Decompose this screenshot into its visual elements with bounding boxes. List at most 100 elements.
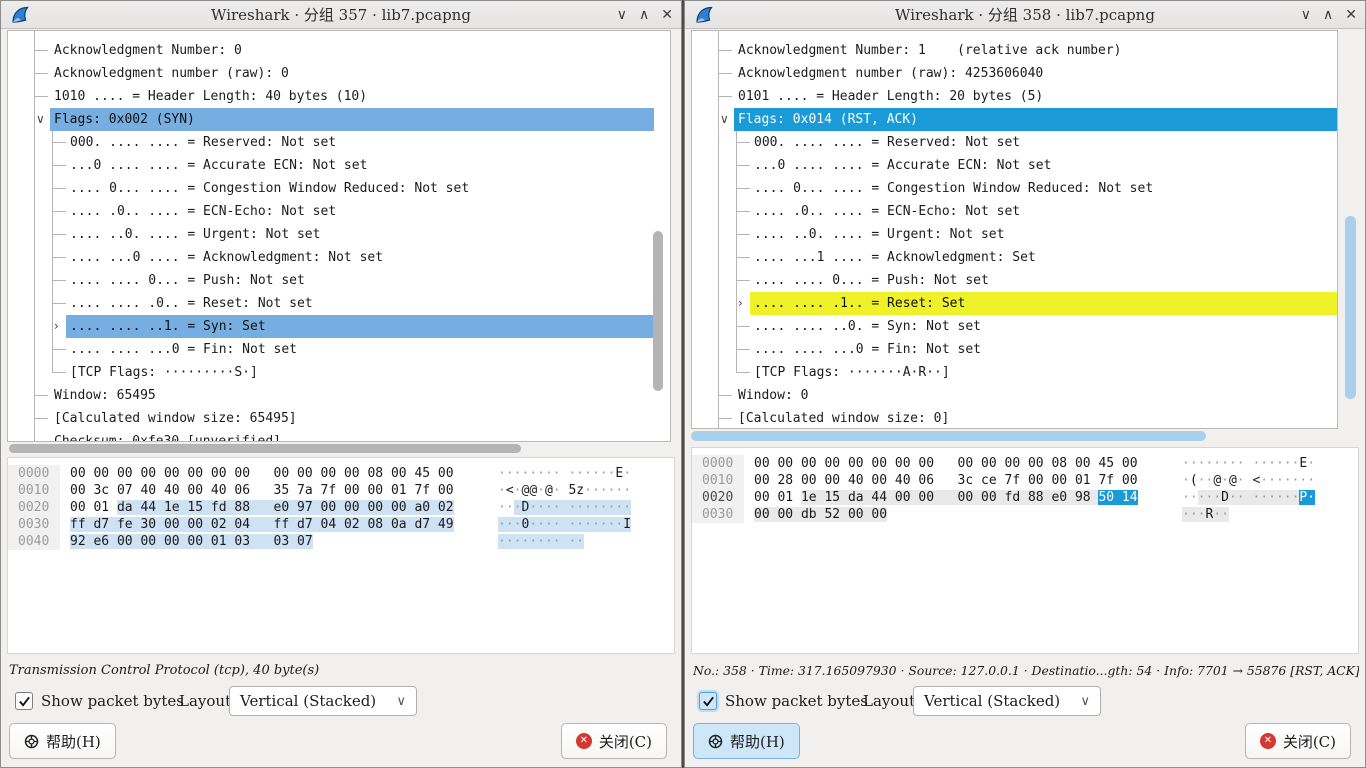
tree-row[interactable]: .... 0... .... = Congestion Window Reduc…	[8, 177, 670, 200]
packet-bytes-pane[interactable]: 000000 00 00 00 00 00 00 00 00 00 00 00 …	[691, 447, 1359, 654]
show-packet-bytes-checkbox[interactable]	[15, 692, 33, 710]
hex-row[interactable]: 000000 00 00 00 00 00 00 00 00 00 00 00 …	[692, 455, 1358, 472]
hex-row[interactable]: 001000 28 00 00 40 00 40 06 3c ce 7f 00 …	[692, 472, 1358, 489]
hex-row[interactable]: 002000 01 1e 15 da 44 00 00 00 00 fd 88 …	[692, 489, 1358, 506]
tree-row[interactable]: 000. .... .... = Reserved: Not set	[692, 131, 1337, 154]
minimize-icon[interactable]: ∨	[617, 1, 627, 29]
tree-row[interactable]: ...0 .... .... = Accurate ECN: Not set	[8, 154, 670, 177]
tree-row[interactable]: Checksum: 0xfe30 [unverified]	[8, 430, 670, 442]
tree-row[interactable]: .... .... 0... = Push: Not set	[8, 269, 670, 292]
tree-row[interactable]: .... 0... .... = Congestion Window Reduc…	[692, 177, 1337, 200]
tree-row[interactable]: Window: 65495	[8, 384, 670, 407]
checkmark-icon	[18, 695, 31, 708]
tree-row-text: .... ..0. .... = Urgent: Not set	[66, 223, 654, 246]
tree-row[interactable]: [Calculated window size: 0]	[692, 407, 1337, 429]
close-button[interactable]: ✕ 关闭(C)	[561, 723, 667, 759]
titlebar[interactable]: Wireshark · 分组 357 · lib7.pcapng ∨ ∧ ✕	[1, 1, 681, 29]
tree-row[interactable]: .... ..0. .... = Urgent: Not set	[692, 223, 1337, 246]
tree-row[interactable]: ›.... .... ..1. = Syn: Set	[8, 315, 670, 338]
tree-vertical-scrollbar[interactable]	[653, 231, 663, 391]
tree-row[interactable]: .... ...1 .... = Acknowledgment: Set	[692, 246, 1337, 269]
tree-expanded-icon[interactable]: ∨	[36, 108, 45, 131]
hex-row[interactable]: 002000 01 da 44 1e 15 fd 88 e0 97 00 00 …	[8, 499, 674, 516]
tree-row[interactable]: ∨Flags: 0x002 (SYN)	[8, 108, 670, 131]
hex-offset: 0030	[8, 516, 60, 533]
close-button[interactable]: ✕ 关闭(C)	[1245, 723, 1351, 759]
hex-row[interactable]: 000000 00 00 00 00 00 00 00 00 00 00 00 …	[8, 465, 674, 482]
hex-offset: 0000	[692, 455, 744, 472]
tree-row[interactable]: [Calculated window size: 65495]	[8, 407, 670, 430]
tree-row[interactable]: .... ..0. .... = Urgent: Not set	[8, 223, 670, 246]
tree-row[interactable]: [TCP Flags: ·········S·]	[8, 361, 670, 384]
tree-guide-dash	[52, 211, 66, 212]
tree-row[interactable]: Acknowledgment Number: 0	[8, 39, 670, 62]
tree-row[interactable]: .... .... ...0 = Fin: Not set	[692, 338, 1337, 361]
tree-row-text: .... .... .0.. = Reset: Not set	[66, 292, 654, 315]
tree-vertical-scrollbar[interactable]	[1345, 216, 1356, 399]
hex-row[interactable]: 003000 00 db 52 00 00···R··	[692, 506, 1358, 523]
tree-row-text: .... .... 0... = Push: Not set	[66, 269, 654, 292]
tree-row-text: Acknowledgment Number: 0	[50, 39, 654, 62]
close-icon[interactable]: ✕	[1345, 1, 1357, 29]
tree-row[interactable]: ∨Flags: 0x014 (RST, ACK)	[692, 108, 1337, 131]
minimize-icon[interactable]: ∨	[1301, 1, 1311, 29]
tree-guide-dash	[34, 441, 48, 442]
tree-row[interactable]: Acknowledgment Number: 1 (relative ack n…	[692, 39, 1337, 62]
tree-guide-dash	[736, 257, 750, 258]
tree-row[interactable]: 1010 .... = Header Length: 40 bytes (10)	[8, 85, 670, 108]
tree-row-text: .... ...1 .... = Acknowledgment: Set	[750, 246, 1337, 269]
packet-bytes-pane[interactable]: 000000 00 00 00 00 00 00 00 00 00 00 00 …	[7, 457, 675, 654]
tree-row-text: [Calculated window size: 65495]	[50, 407, 654, 430]
tree-guide-dash	[52, 188, 66, 189]
help-button[interactable]: 帮助(H)	[693, 723, 800, 759]
titlebar[interactable]: Wireshark · 分组 358 · lib7.pcapng ∨ ∧ ✕	[685, 1, 1365, 29]
tree-collapsed-icon[interactable]: ›	[738, 292, 743, 315]
hex-ascii: ···R··	[1182, 506, 1229, 523]
hex-row[interactable]: 0030ff d7 fe 30 00 00 02 04 ff d7 04 02 …	[8, 516, 674, 533]
hex-ascii: ········ ······E·	[1182, 455, 1315, 472]
hex-bytes: 00 01 da 44 1e 15 fd 88 e0 97 00 00 00 0…	[70, 499, 468, 516]
tree-row[interactable]: .... .... .0.. = Reset: Not set	[8, 292, 670, 315]
maximize-icon[interactable]: ∧	[639, 1, 649, 29]
tree-row[interactable]: .... .0.. .... = ECN-Echo: Not set	[8, 200, 670, 223]
tree-horizontal-scrollbar[interactable]	[691, 431, 1206, 441]
hex-bytes: 00 01 1e 15 da 44 00 00 00 00 fd 88 e0 9…	[754, 489, 1152, 506]
tree-row-text: .... ...0 .... = Acknowledgment: Not set	[66, 246, 654, 269]
layout-dropdown[interactable]: Vertical (Stacked) ∨	[229, 686, 417, 716]
tree-row[interactable]: 0101 .... = Header Length: 20 bytes (5)	[692, 85, 1337, 108]
tree-row[interactable]: Acknowledgment number (raw): 4253606040	[692, 62, 1337, 85]
hex-bytes: 00 00 00 00 00 00 00 00 00 00 00 00 08 0…	[70, 465, 468, 482]
tree-row-text: Window: 0	[734, 384, 1337, 407]
tree-row[interactable]: .... ...0 .... = Acknowledgment: Not set	[8, 246, 670, 269]
tree-row[interactable]: .... .... 0... = Push: Not set	[692, 269, 1337, 292]
tree-row[interactable]: [TCP Flags: ·······A·R··]	[692, 361, 1337, 384]
tree-horizontal-scrollbar[interactable]	[9, 444, 521, 453]
tree-row[interactable]: Window: 0	[692, 384, 1337, 407]
tree-guide-dash	[52, 234, 66, 235]
tree-guide-dash	[736, 234, 750, 235]
packet-detail-tree[interactable]: Acknowledgment Number: 0Acknowledgment n…	[7, 30, 671, 442]
tree-row[interactable]: .... .... ..0. = Syn: Not set	[692, 315, 1337, 338]
tree-row[interactable]: ›.... .... .1.. = Reset: Set	[692, 292, 1337, 315]
show-packet-bytes-checkbox[interactable]	[699, 692, 717, 710]
hex-ascii: ·····D·· ······P·	[1182, 489, 1315, 506]
tree-row[interactable]: .... .0.. .... = ECN-Echo: Not set	[692, 200, 1337, 223]
tree-guide-dash	[736, 349, 750, 350]
close-icon[interactable]: ✕	[661, 1, 673, 29]
help-button[interactable]: 帮助(H)	[9, 723, 116, 759]
help-lifebuoy-icon	[708, 734, 723, 749]
layout-dropdown[interactable]: Vertical (Stacked) ∨	[913, 686, 1101, 716]
maximize-icon[interactable]: ∧	[1323, 1, 1333, 29]
tree-row[interactable]: ...0 .... .... = Accurate ECN: Not set	[692, 154, 1337, 177]
hex-row[interactable]: 004092 e6 00 00 00 00 01 03 03 07·······…	[8, 533, 674, 550]
tree-row-highlight: Flags: 0x002 (SYN)	[50, 108, 654, 131]
layout-dropdown-value: Vertical (Stacked)	[230, 692, 376, 710]
tree-expanded-icon[interactable]: ∨	[720, 108, 729, 131]
packet-detail-tree[interactable]: Acknowledgment Number: 1 (relative ack n…	[691, 30, 1338, 429]
tree-collapsed-icon[interactable]: ›	[54, 315, 59, 338]
tree-row[interactable]: Acknowledgment number (raw): 0	[8, 62, 670, 85]
hex-row[interactable]: 001000 3c 07 40 40 00 40 06 35 7a 7f 00 …	[8, 482, 674, 499]
hex-bytes: 92 e6 00 00 00 00 01 03 03 07	[70, 533, 468, 550]
tree-row[interactable]: .... .... ...0 = Fin: Not set	[8, 338, 670, 361]
tree-row[interactable]: 000. .... .... = Reserved: Not set	[8, 131, 670, 154]
